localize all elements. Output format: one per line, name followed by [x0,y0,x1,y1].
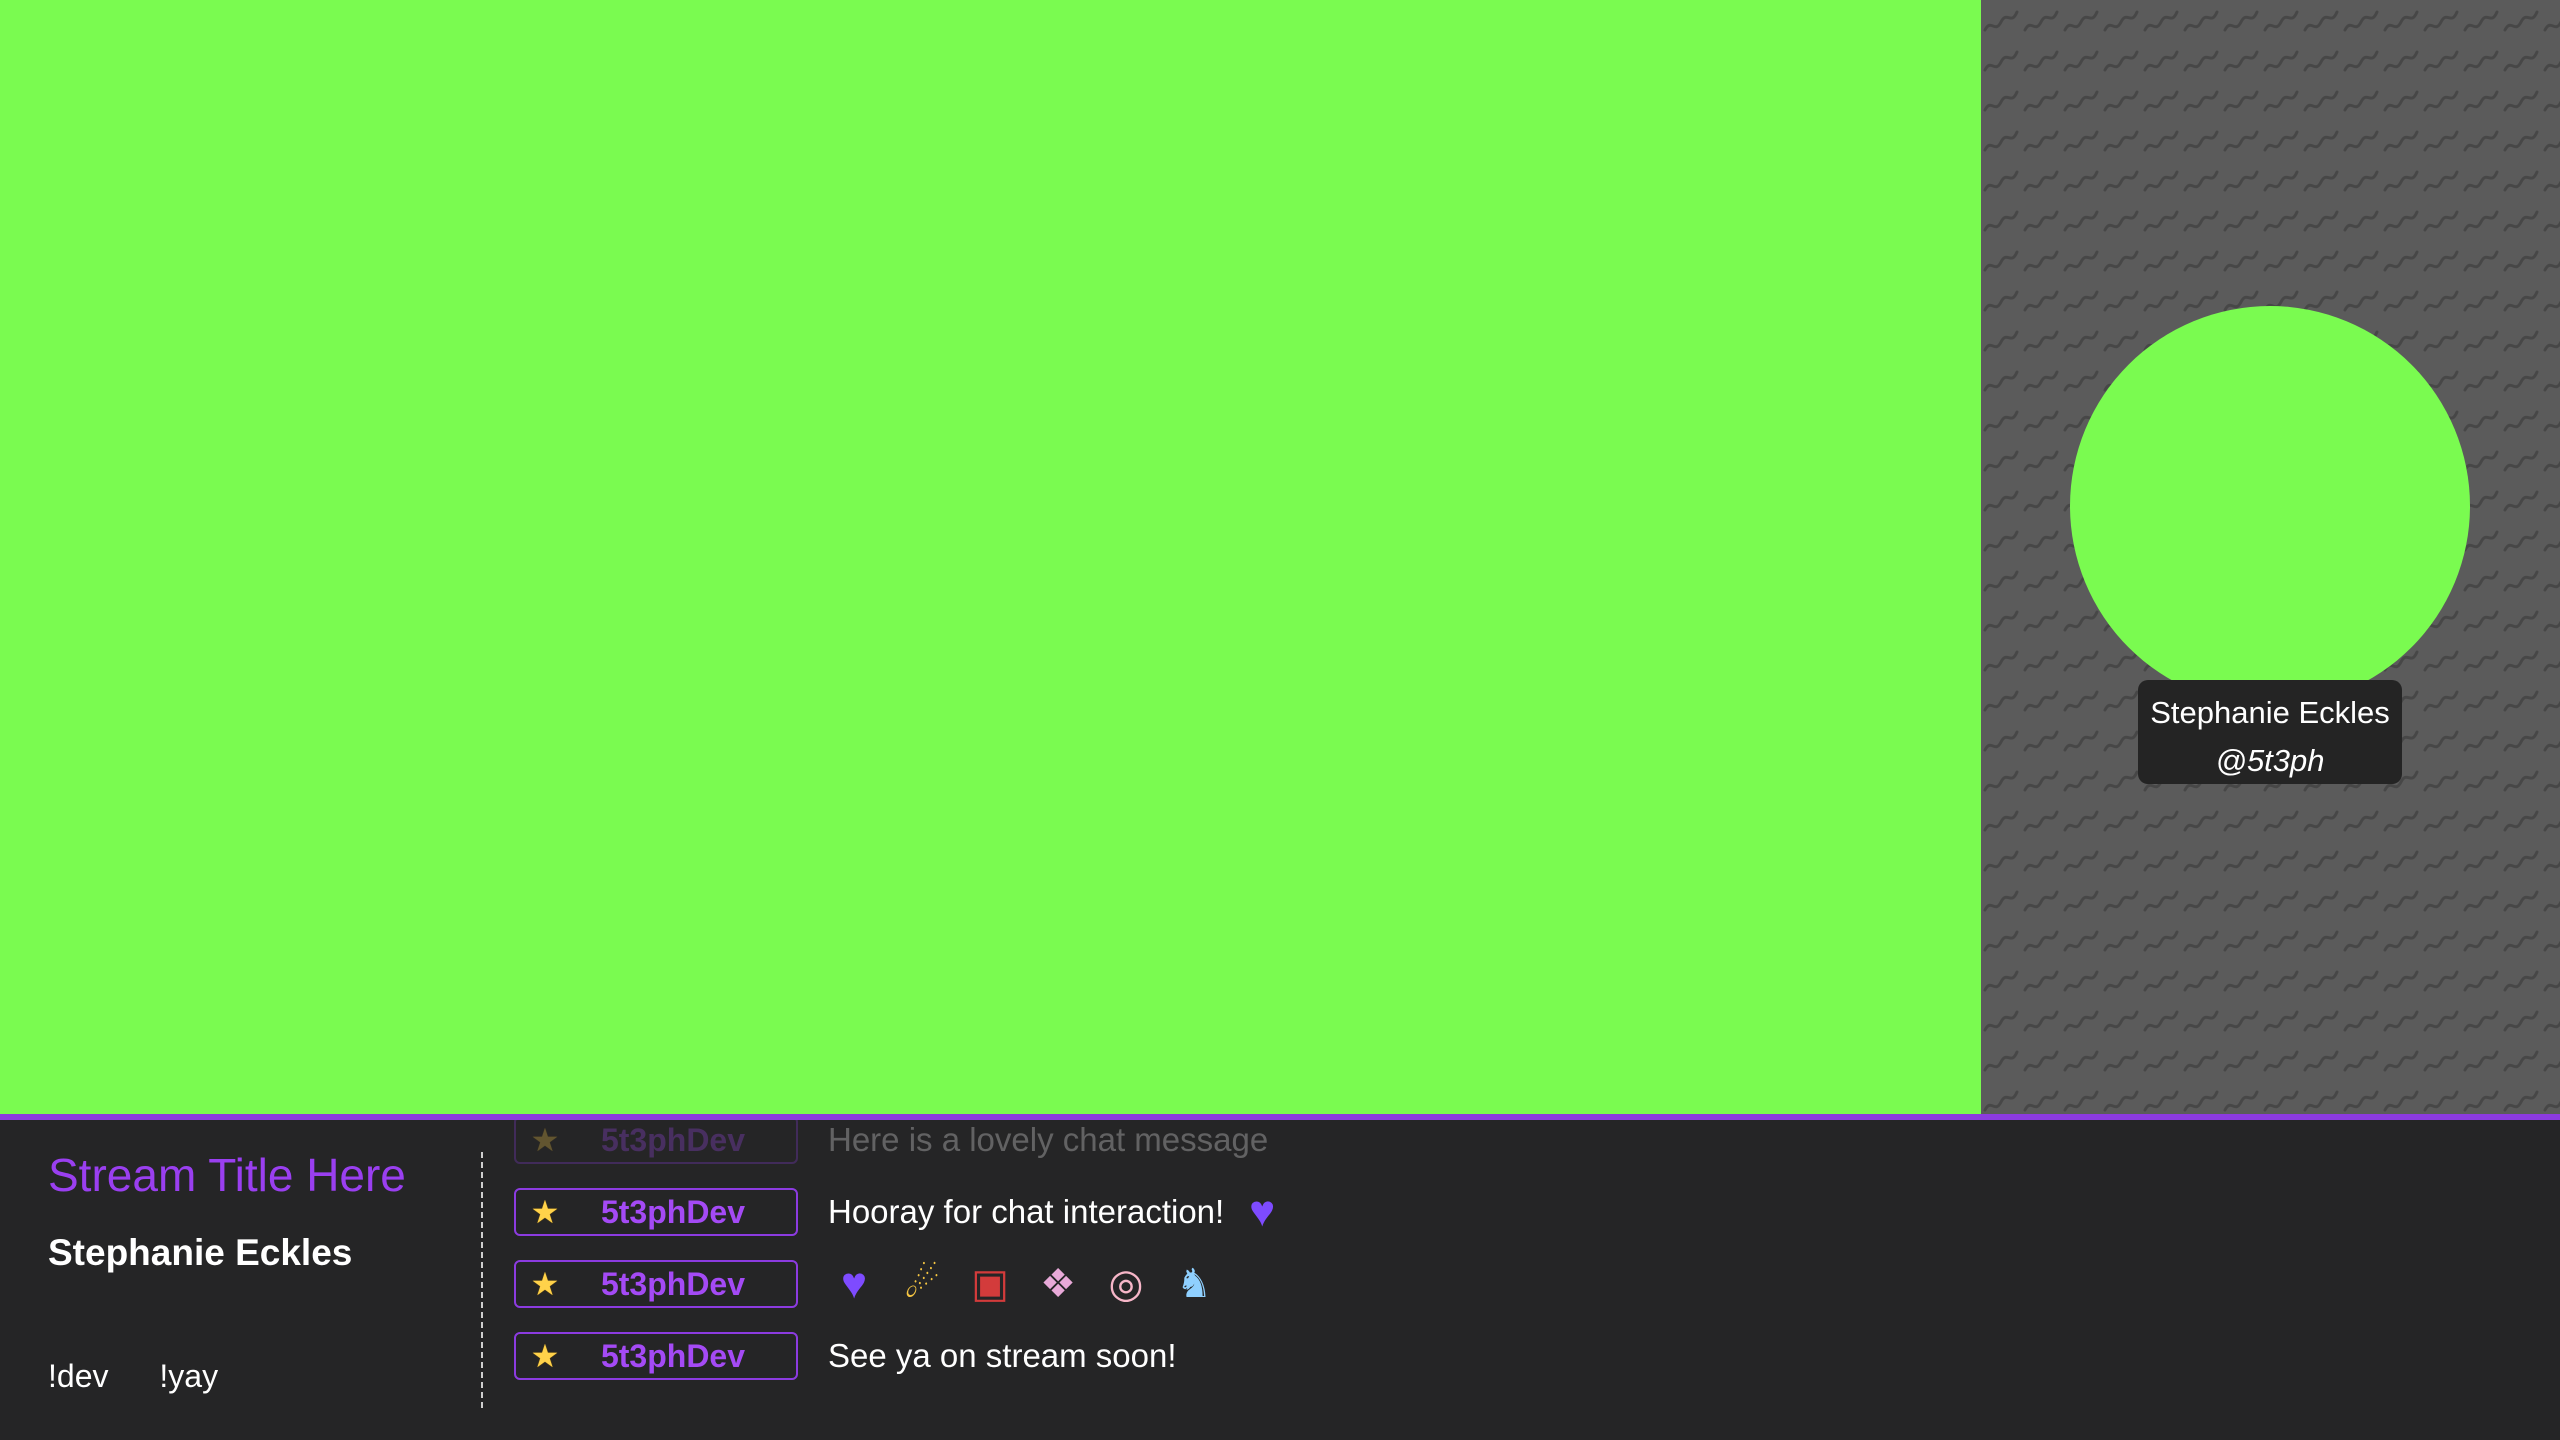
camera-nameplate: Stephanie Eckles @5t3ph [2138,680,2402,784]
donut-emote: ◎ [1108,1262,1144,1306]
chat-emote-row: ♥ ☄ ▣ ❖ ◎ ♞ [828,1258,1236,1310]
command-yay: !yay [159,1358,219,1394]
chocolate-box-emote: ❖ [1040,1262,1076,1306]
star-icon: ★ [530,1194,560,1230]
separator-line [481,1152,483,1408]
chat-text-content: See ya on stream soon! [828,1337,1177,1374]
purple-heart-emote: ♥ [1249,1187,1276,1236]
chat-message: ★ 5t3phDev Hooray for chat interaction! … [514,1186,2414,1238]
stream-title: Stream Title Here [48,1149,406,1201]
star-icon: ★ [530,1122,560,1158]
user-badge: ★ 5t3phDev [514,1188,798,1236]
chat-text-content: Here is a lovely chat message [828,1121,1269,1158]
purple-heart-emote: ♥ [840,1259,868,1308]
user-badge: ★ 5t3phDev [514,1260,798,1308]
user-badge: ★ 5t3phDev [514,1120,798,1164]
popcorn-emote: ▣ [971,1262,1009,1306]
bottom-bar: Stream Title Here Stephanie Eckles !dev … [0,1120,2560,1440]
camera-handle: @5t3ph [2215,743,2325,778]
chat-text: Here is a lovely chat message [828,1121,1268,1159]
user-badge: ★ 5t3phDev [514,1332,798,1380]
chat-username: 5t3phDev [600,1121,746,1158]
chat-feed: ★ 5t3phDev Here is a lovely chat message… [514,1120,2414,1440]
webcam-circle [2070,306,2470,706]
chat-message: ★ 5t3phDev Here is a lovely chat message [514,1120,2414,1166]
camera-name: Stephanie Eckles [2150,695,2390,730]
chat-message: ★ 5t3phDev ♥ ☄ ▣ ❖ ◎ ♞ [514,1258,2414,1310]
chat-username: 5t3phDev [600,1337,746,1374]
chat-text-content: Hooray for chat interaction! [828,1193,1225,1230]
streamer-name: Stephanie Eckles [48,1232,353,1273]
command-dev: !dev [48,1358,109,1394]
chat-commands: !dev !yay [48,1358,260,1395]
chat-username: 5t3phDev [600,1193,746,1230]
chat-message: ★ 5t3phDev See ya on stream soon! [514,1330,2414,1382]
unicorn-emote: ♞ [1176,1262,1212,1306]
chat-text: Hooray for chat interaction! ♥ [828,1186,1304,1238]
chat-text: See ya on stream soon! [828,1337,1177,1375]
star-icon: ★ [530,1338,560,1374]
shooting-star-emote: ☄ [904,1262,940,1306]
star-icon: ★ [530,1266,560,1302]
chat-username: 5t3phDev [600,1265,746,1302]
green-screen-area [0,0,1981,1114]
